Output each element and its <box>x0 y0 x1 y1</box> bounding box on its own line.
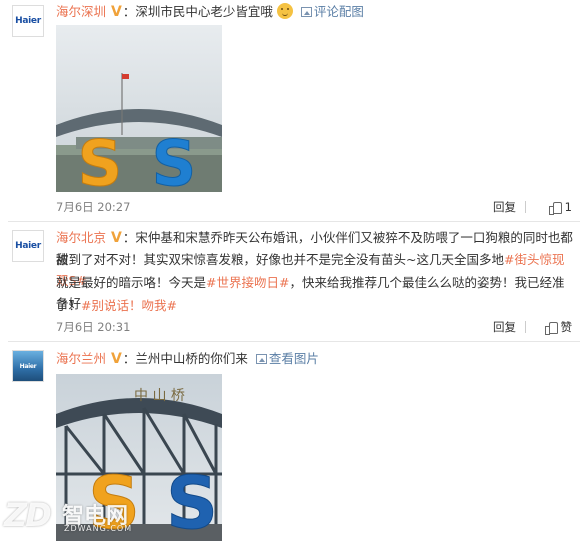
verified-icon: V <box>111 230 122 246</box>
comment-text-line: 海尔兰州 V：兰州中山桥的你们来 查看图片 <box>56 348 576 370</box>
like-button[interactable]: 1 <box>548 197 572 217</box>
comment-text: 就是最好的暗示咯！今天是 <box>56 275 207 290</box>
watermark-url: ZDWANG.COM <box>64 524 133 533</box>
comment-text: 甜到了对不对！其实双宋惊喜发粮，好像也并不是完全没有苗头~这几天全国多地 <box>56 252 504 267</box>
photo-letter-2: S <box>152 127 197 192</box>
avatar[interactable]: Haier <box>12 350 44 382</box>
username-link[interactable]: 海尔兰州 <box>56 351 106 366</box>
thumbs-up-icon <box>544 321 558 335</box>
colon-separator: ： <box>122 351 136 366</box>
topic-link[interactable]: #别说话！吻我# <box>81 298 177 313</box>
like-button[interactable]: 赞 <box>544 317 573 337</box>
avatar-brand-text: Haier <box>15 241 41 251</box>
action-divider <box>525 201 526 213</box>
photo-shenzhen-image: S S <box>56 25 222 192</box>
avatar[interactable]: Haier <box>12 5 44 37</box>
thumbs-up-icon <box>548 201 562 215</box>
verified-icon: V <box>111 351 122 367</box>
blush-emoji-icon <box>276 3 293 19</box>
topic-link[interactable]: #世界接吻日# <box>206 275 289 290</box>
comment-photo[interactable]: S S <box>56 25 222 192</box>
username-link[interactable]: 海尔北京 <box>56 230 106 245</box>
reply-button[interactable]: 回复 <box>493 317 516 337</box>
view-picture-link[interactable]: 评论配图 <box>314 4 364 19</box>
svg-text:中 山 桥: 中 山 桥 <box>134 388 185 404</box>
comment-divider <box>8 341 580 342</box>
reply-button[interactable]: 回复 <box>493 197 516 217</box>
colon-separator: ： <box>122 230 136 245</box>
comment-meta: 7月6日 20:27 回复 1 <box>56 197 576 217</box>
username-link[interactable]: 海尔深圳 <box>56 4 106 19</box>
picture-icon <box>255 354 267 364</box>
like-count: 1 <box>564 200 572 214</box>
action-divider <box>525 321 526 333</box>
avatar-brand-text: Haier <box>15 16 41 26</box>
comment-feed: Haier 海尔深圳 V：深圳市民中心老少皆宜哦 评论配图 S S 7月6日 2… <box>0 0 588 541</box>
photo-letter-1: S <box>78 127 123 192</box>
comment-timestamp: 7月6日 20:31 <box>56 320 131 334</box>
avatar[interactable]: Haier <box>12 230 44 262</box>
comment-meta: 7月6日 20:31 回复 赞 <box>56 317 576 337</box>
colon-separator: ： <box>122 4 136 19</box>
comment-timestamp: 7月6日 20:27 <box>56 200 131 214</box>
verified-icon: V <box>111 4 122 20</box>
picture-icon <box>300 7 312 17</box>
like-label: 赞 <box>560 320 573 334</box>
avatar-brand-text: Haier <box>19 362 37 370</box>
comment-text-line: 了！#别说话！吻我# <box>56 295 576 316</box>
view-picture-link[interactable]: 查看图片 <box>269 351 319 366</box>
comment-text: 深圳市民中心老少皆宜哦 <box>135 4 273 19</box>
comment-text: 兰州中山桥的你们来 <box>135 351 248 366</box>
comment-text-line: 海尔深圳 V：深圳市民中心老少皆宜哦 评论配图 <box>56 1 576 23</box>
site-watermark: ZD 智电网 ZDWANG.COM <box>4 496 174 538</box>
comment-text: 了！ <box>56 298 82 313</box>
watermark-logo: ZD <box>4 496 52 534</box>
comment-divider <box>8 221 580 222</box>
